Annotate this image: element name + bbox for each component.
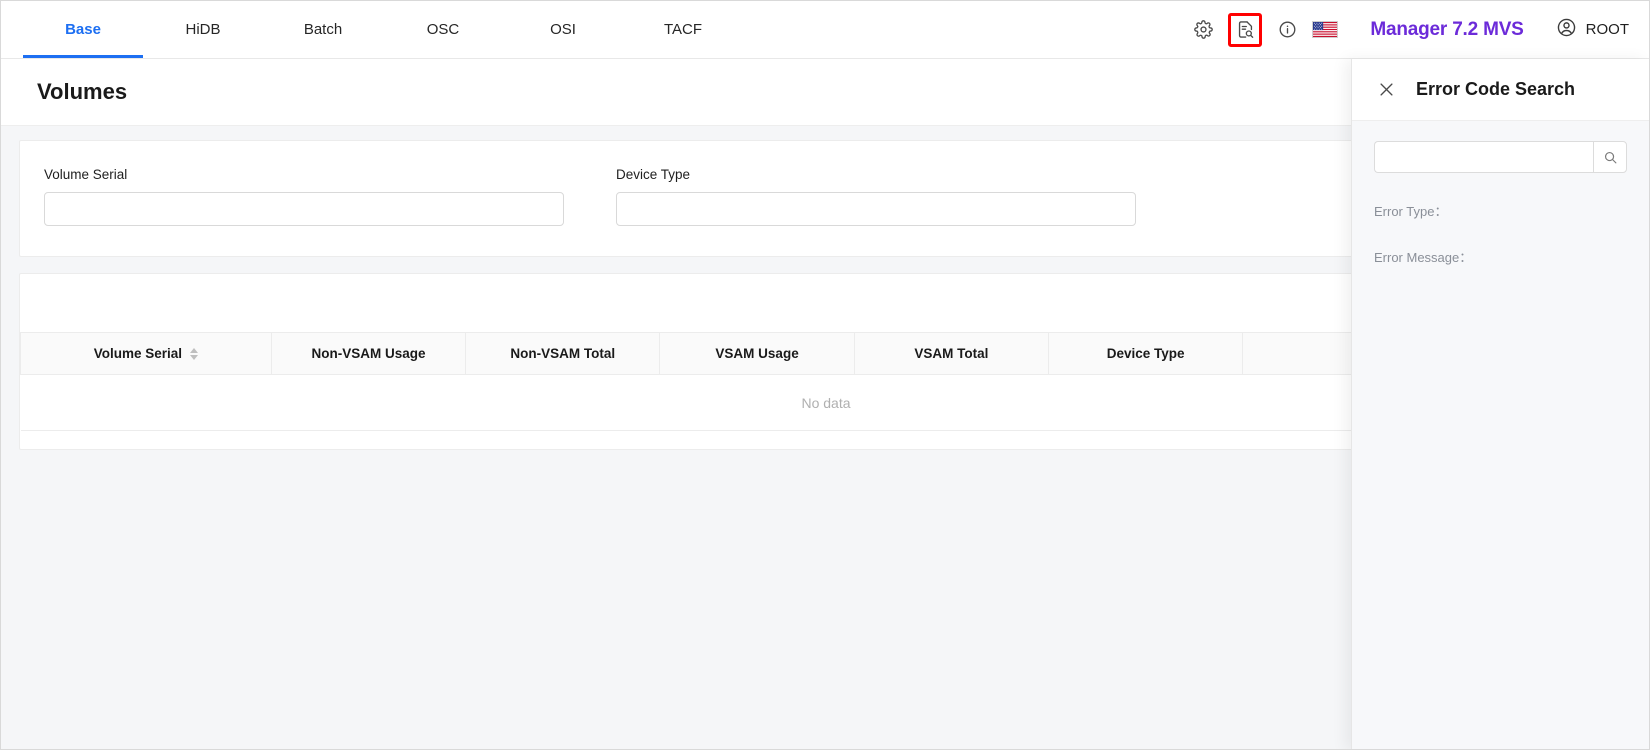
column-non-vsam-usage[interactable]: Non-VSAM Usage (271, 333, 465, 375)
error-code-search-body: Error Type： Error Message： (1352, 121, 1649, 750)
tab-batch[interactable]: Batch (263, 1, 383, 58)
tab-osi[interactable]: OSI (503, 1, 623, 58)
sort-toggle-icon[interactable] (190, 348, 198, 360)
tab-base[interactable]: Base (23, 1, 143, 58)
tab-tacf-label: TACF (664, 21, 702, 38)
error-message-label: Error Message： (1374, 247, 1627, 266)
user-menu[interactable]: ROOT (1556, 17, 1629, 43)
tab-batch-label: Batch (304, 21, 342, 38)
tab-osi-label: OSI (550, 21, 576, 38)
volume-serial-input[interactable] (44, 192, 564, 226)
avatar-icon (1556, 17, 1577, 43)
error-code-search-input[interactable] (1374, 141, 1593, 173)
main-tabs: Base HiDB Batch OSC OSI TACF (1, 1, 743, 58)
top-bar-actions: Manager 7.2 MVS ROOT (1184, 1, 1650, 58)
field-device-type: Device Type (616, 167, 1136, 226)
column-non-vsam-usage-label: Non-VSAM Usage (311, 346, 425, 361)
column-device-type[interactable]: Device Type (1049, 333, 1243, 375)
tab-osc-label: OSC (427, 21, 460, 38)
column-volume-serial-label: Volume Serial (94, 346, 182, 361)
us-flag-icon[interactable] (1306, 11, 1344, 49)
tab-tacf[interactable]: TACF (623, 1, 743, 58)
application-window: Base HiDB Batch OSC OSI TACF (0, 0, 1650, 750)
error-code-search-header: Error Code Search (1352, 59, 1649, 121)
column-device-type-label: Device Type (1107, 346, 1185, 361)
error-code-search-panel: Error Code Search Error Type： Error Mess… (1351, 59, 1649, 750)
column-vsam-total-label: VSAM Total (914, 346, 988, 361)
info-icon[interactable] (1268, 11, 1306, 49)
column-vsam-usage-label: VSAM Usage (715, 346, 798, 361)
search-icon[interactable] (1593, 141, 1627, 173)
volume-serial-label: Volume Serial (44, 167, 564, 182)
error-type-label: Error Type： (1374, 201, 1627, 220)
tab-hidb[interactable]: HiDB (143, 1, 263, 58)
error-code-search-group (1374, 141, 1627, 173)
user-name-label: ROOT (1586, 21, 1629, 38)
gear-icon[interactable] (1184, 11, 1222, 49)
device-type-label: Device Type (616, 167, 1136, 182)
column-volume-serial[interactable]: Volume Serial (21, 333, 272, 375)
close-icon[interactable] (1376, 80, 1396, 100)
tab-osc[interactable]: OSC (383, 1, 503, 58)
product-brand-label: Manager 7.2 MVS (1370, 19, 1523, 41)
column-non-vsam-total-label: Non-VSAM Total (510, 346, 615, 361)
column-non-vsam-total[interactable]: Non-VSAM Total (466, 333, 660, 375)
top-navigation-bar: Base HiDB Batch OSC OSI TACF (1, 1, 1650, 59)
error-code-search-title: Error Code Search (1416, 79, 1575, 100)
column-vsam-total[interactable]: VSAM Total (854, 333, 1048, 375)
device-type-input[interactable] (616, 192, 1136, 226)
tab-base-label: Base (65, 21, 101, 38)
field-volume-serial: Volume Serial (44, 167, 564, 226)
error-code-search-icon[interactable] (1228, 13, 1262, 47)
column-vsam-usage[interactable]: VSAM Usage (660, 333, 854, 375)
page-title: Volumes (37, 79, 127, 105)
tab-hidb-label: HiDB (185, 21, 220, 38)
